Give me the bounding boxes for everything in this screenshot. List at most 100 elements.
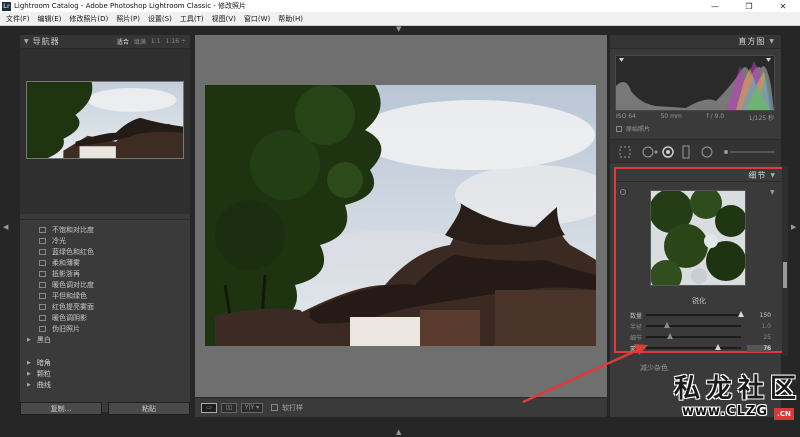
slider-track[interactable]: [646, 311, 744, 317]
slider-value[interactable]: 150: [747, 312, 771, 319]
slider-track[interactable]: [646, 333, 741, 339]
preset-group[interactable]: ▶ 黑白: [27, 334, 51, 345]
menu-develop[interactable]: 修改照片(D): [65, 14, 112, 24]
preset-icon: [39, 325, 46, 332]
slider-value[interactable]: 1.0: [747, 323, 771, 330]
menu-bar: 文件(F) 编辑(E) 修改照片(D) 照片(P) 设置(S) 工具(T) 视图…: [0, 12, 800, 26]
menu-tools[interactable]: 工具(T): [176, 14, 208, 24]
preset-icon: [39, 237, 46, 244]
graduated-filter-icon: [682, 145, 690, 159]
warning-icon[interactable]: ▼: [770, 189, 775, 196]
navigator-header[interactable]: ▼ 导航器 适合 填满 1:1 1:16 ÷: [20, 35, 190, 49]
collapse-triangle-icon[interactable]: ▼: [769, 38, 775, 45]
menu-file[interactable]: 文件(F): [2, 14, 34, 24]
preset-item[interactable]: 暖色调阴影: [39, 312, 87, 323]
minimize-button[interactable]: —: [698, 0, 732, 12]
slider-knob[interactable]: [666, 333, 673, 339]
menu-settings[interactable]: 设置(S): [144, 14, 176, 24]
expand-triangle-icon[interactable]: ▶: [27, 337, 31, 343]
navigator-title: 导航器: [32, 37, 60, 46]
watermark-title: 私龙社区: [674, 374, 800, 404]
menu-window[interactable]: 窗口(W): [240, 14, 274, 24]
expand-triangle-icon[interactable]: ▶: [27, 371, 31, 377]
slider-label: 蒙版: [629, 345, 642, 353]
before-after-dropdown[interactable]: Y|Y ▾: [241, 402, 263, 413]
original-photo-toggle[interactable]: 原始照片: [616, 124, 650, 133]
menu-edit[interactable]: 编辑(E): [34, 14, 66, 24]
detail-preview[interactable]: [650, 190, 746, 286]
preset-item[interactable]: 柔和薄雾: [39, 257, 80, 268]
detail-panel: 细节 ▼ ▼ 锐化 数量 150 半径 1.0 细节 25 蒙版 76: [614, 167, 784, 353]
sharpen-detail-slider[interactable]: 细节 25: [618, 332, 782, 342]
preset-group[interactable]: ▶ 暗角: [27, 357, 51, 368]
preset-icon: [39, 259, 46, 266]
center-toolbar: ▭ ▯▯ Y|Y ▾ 软打样: [195, 397, 607, 417]
right-panel-toggle-icon[interactable]: ▶: [791, 224, 796, 231]
target-adjust-icon[interactable]: [620, 189, 626, 195]
preset-icon: [39, 226, 46, 233]
slider-value[interactable]: 76: [747, 344, 771, 352]
copy-settings-button[interactable]: 复制...: [20, 402, 102, 415]
main-photo[interactable]: [205, 85, 596, 346]
preset-item[interactable]: 不饱和对比度: [39, 224, 94, 235]
slider-knob[interactable]: [715, 344, 722, 350]
original-photo-label: 原始照片: [626, 126, 651, 133]
left-panel: ▼ 导航器 适合 填满 1:1 1:16 ÷ 不饱和对比度 冷光 蓝绿色和红色 …: [20, 35, 190, 412]
soft-proof-toggle[interactable]: 软打样: [271, 403, 303, 413]
collapse-triangle-icon[interactable]: ▼: [24, 38, 29, 45]
close-button[interactable]: ✕: [766, 0, 800, 12]
slider-knob[interactable]: [663, 322, 670, 328]
zoom-1-1[interactable]: 1:1: [151, 38, 161, 45]
filmstrip-toggle-icon[interactable]: ▲: [396, 429, 401, 436]
histogram-graph[interactable]: [615, 55, 775, 111]
expand-triangle-icon[interactable]: ▶: [27, 382, 31, 388]
preset-item[interactable]: 平但和绿色: [39, 290, 87, 301]
histogram-header[interactable]: 直方图 ▼: [610, 35, 781, 49]
menu-view[interactable]: 视图(V): [208, 14, 240, 24]
preset-item[interactable]: 伪旧照片: [39, 323, 80, 334]
zoom-fill[interactable]: 填满: [134, 37, 146, 46]
navigator-thumbnail[interactable]: [26, 81, 184, 159]
left-panel-toggle-icon[interactable]: ◀: [3, 224, 8, 231]
original-photo-checkbox[interactable]: [616, 125, 622, 132]
soft-proof-label: 软打样: [282, 403, 303, 412]
preset-item[interactable]: 暖色调对比度: [39, 279, 94, 290]
menu-photo[interactable]: 照片(P): [112, 14, 144, 24]
compare-view-button[interactable]: ▯▯: [221, 402, 237, 413]
left-panel-buttons: 复制... 粘贴: [20, 402, 190, 417]
preset-item[interactable]: 冷光: [39, 235, 66, 246]
slider-track[interactable]: [646, 322, 741, 328]
window-title: Lightroom Catalog - Adobe Photoshop Ligh…: [14, 2, 247, 10]
slider-label: 半径: [629, 323, 642, 331]
collapse-triangle-icon[interactable]: ▼: [770, 172, 776, 179]
sharpen-masking-slider[interactable]: 蒙版 76: [618, 343, 782, 353]
image-canvas[interactable]: [195, 35, 607, 397]
navigator-preview-area[interactable]: [20, 49, 190, 214]
maximize-button[interactable]: ❐: [732, 0, 766, 12]
radial-filter-icon: [701, 146, 713, 158]
top-panel-toggle-icon[interactable]: ▼: [396, 26, 401, 33]
detail-header[interactable]: 细节 ▼: [616, 169, 782, 182]
slider-track[interactable]: [646, 344, 741, 350]
scrollbar-thumb[interactable]: [783, 262, 787, 288]
preset-item[interactable]: 蓝绿色和红色: [39, 246, 94, 257]
soft-proof-checkbox[interactable]: [271, 404, 278, 411]
zoom-custom[interactable]: 1:16 ÷: [166, 38, 186, 45]
expand-triangle-icon[interactable]: ▶: [27, 360, 31, 366]
preset-group[interactable]: ▶ 曲线: [27, 379, 51, 390]
presets-panel: 不饱和对比度 冷光 蓝绿色和红色 柔和薄雾 抵影浙再 暖色调对比度 平但和绿色 …: [20, 219, 190, 412]
preset-group[interactable]: ▶ 颗粒: [27, 368, 51, 379]
zoom-fit[interactable]: 适合: [117, 37, 129, 46]
paste-settings-button[interactable]: 粘贴: [108, 402, 190, 415]
slider-value[interactable]: 25: [747, 334, 771, 341]
right-panel-scrollbar[interactable]: [782, 166, 788, 356]
sharpening-title: 锐化: [692, 297, 706, 305]
preset-item[interactable]: 抵影浙再: [39, 268, 80, 279]
sharpen-radius-slider[interactable]: 半径 1.0: [618, 321, 782, 331]
loupe-view-button[interactable]: ▭: [201, 402, 217, 413]
preset-item[interactable]: 红色提亮雾面: [39, 301, 94, 312]
preset-icon: [39, 303, 46, 310]
menu-help[interactable]: 帮助(H): [274, 14, 307, 24]
slider-knob[interactable]: [738, 311, 744, 317]
sharpen-amount-slider[interactable]: 数量 150: [618, 310, 782, 320]
